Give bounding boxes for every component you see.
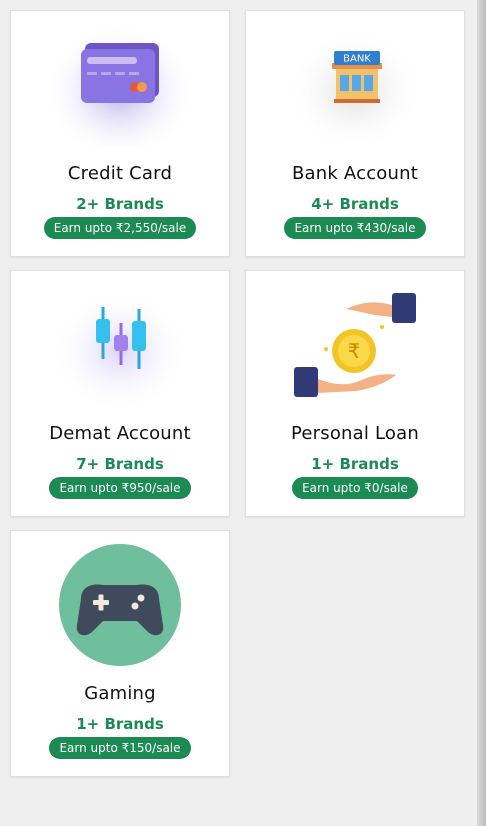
card-credit-card[interactable]: Credit Card 2+ Brands Earn upto ₹2,550/s… (10, 10, 230, 257)
rupee-coin-hands-icon: ₹ (286, 283, 424, 407)
card-demat-account[interactable]: Demat Account 7+ Brands Earn upto ₹950/s… (10, 270, 230, 517)
rupee-symbol-text: ₹ (348, 339, 361, 363)
earn-badge: Earn upto ₹430/sale (284, 217, 426, 239)
card-brands-count: 1+ Brands (311, 455, 399, 473)
scrollbar[interactable] (477, 0, 486, 826)
card-title: Gaming (84, 683, 156, 704)
card-brands-count: 4+ Brands (311, 195, 399, 213)
bank-icon: BANK (286, 23, 424, 147)
gamepad-icon (51, 543, 189, 667)
card-title: Credit Card (67, 163, 173, 184)
card-title: Demat Account (49, 423, 191, 444)
card-brands-count: 1+ Brands (76, 715, 164, 733)
card-title: Personal Loan (290, 423, 419, 444)
card-brands-count: 7+ Brands (76, 455, 164, 473)
candlestick-chart-icon (51, 283, 189, 407)
earn-badge: Earn upto ₹2,550/sale (43, 217, 197, 239)
earn-badge: Earn upto ₹950/sale (49, 477, 191, 499)
card-gaming[interactable]: Gaming 1+ Brands Earn upto ₹150/sale (10, 530, 230, 777)
earn-badge: Earn upto ₹0/sale (292, 477, 418, 499)
earn-badge: Earn upto ₹150/sale (49, 737, 191, 759)
card-personal-loan[interactable]: ₹ Personal Loan 1+ Brands Earn upto ₹0/s… (245, 270, 465, 517)
credit-card-icon (51, 23, 189, 147)
card-title: Bank Account (291, 163, 418, 184)
card-brands-count: 2+ Brands (76, 195, 164, 213)
card-bank-account[interactable]: BANK Bank Account 4+ Brands Earn upto ₹4… (245, 10, 465, 257)
category-grid: Credit Card 2+ Brands Earn upto ₹2,550/s… (10, 10, 465, 777)
bank-sign-text: BANK (343, 54, 371, 65)
